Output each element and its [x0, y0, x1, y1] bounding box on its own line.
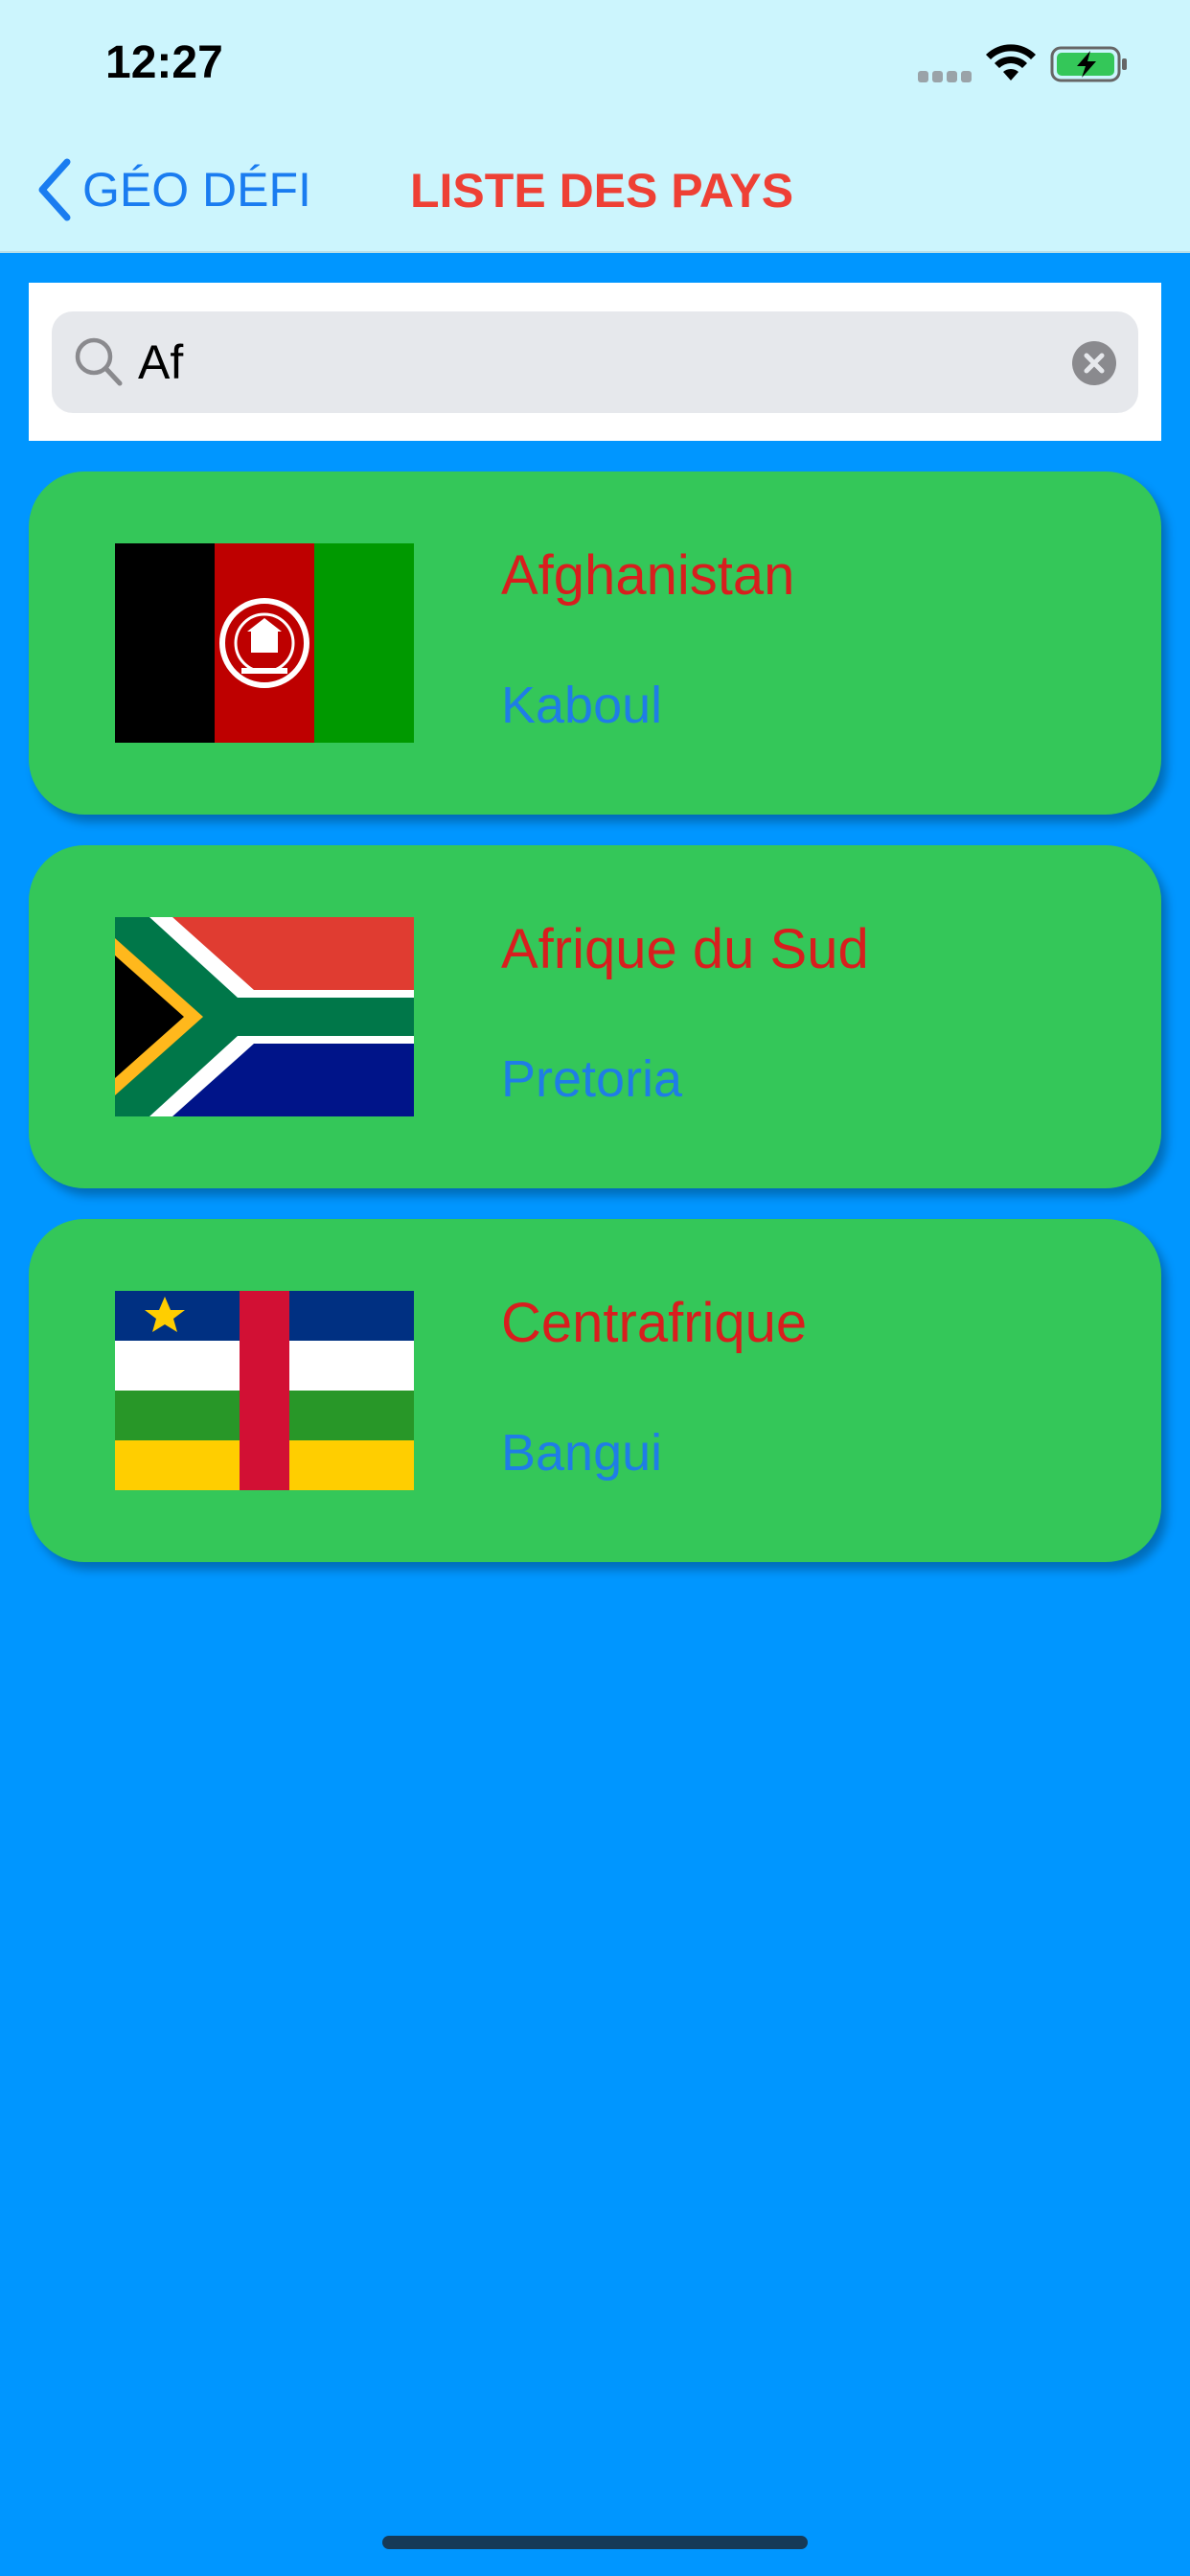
back-button[interactable]: GÉO DÉFI	[34, 153, 311, 226]
clear-icon[interactable]	[1071, 340, 1117, 386]
search-input[interactable]	[138, 329, 1000, 396]
navigation-header: 12:27 GÉO DÉFI LISTE DES PAYS	[0, 0, 1190, 253]
cellular-signal-icon	[918, 71, 972, 82]
country-card-south-africa[interactable]: Afrique du Sud Pretoria	[29, 845, 1161, 1188]
south-africa-flag-icon	[115, 917, 414, 1116]
country-card-centrafrique[interactable]: Centrafrique Bangui	[29, 1219, 1161, 1562]
search-bar	[29, 283, 1161, 441]
afghanistan-flag-icon	[115, 543, 414, 743]
search-icon	[75, 337, 123, 386]
home-indicator[interactable]	[382, 2536, 808, 2549]
status-time: 12:27	[105, 37, 223, 88]
country-capital: Bangui	[501, 1424, 663, 1482]
country-capital: Kaboul	[501, 677, 663, 734]
search-field[interactable]	[52, 311, 1138, 413]
country-name: Centrafrique	[501, 1292, 808, 1354]
central-african-republic-flag-icon	[115, 1291, 414, 1490]
country-name: Afghanistan	[501, 544, 795, 607]
country-card-afghanistan[interactable]: Afghanistan Kaboul	[29, 472, 1161, 815]
page-title: LISTE DES PAYS	[410, 164, 794, 218]
country-capital: Pretoria	[501, 1050, 683, 1108]
battery-charging-icon	[1050, 46, 1127, 82]
chevron-left-icon	[38, 158, 71, 221]
country-name: Afrique du Sud	[501, 918, 869, 980]
back-label: GÉO DÉFI	[82, 163, 311, 217]
wifi-icon	[986, 44, 1036, 80]
